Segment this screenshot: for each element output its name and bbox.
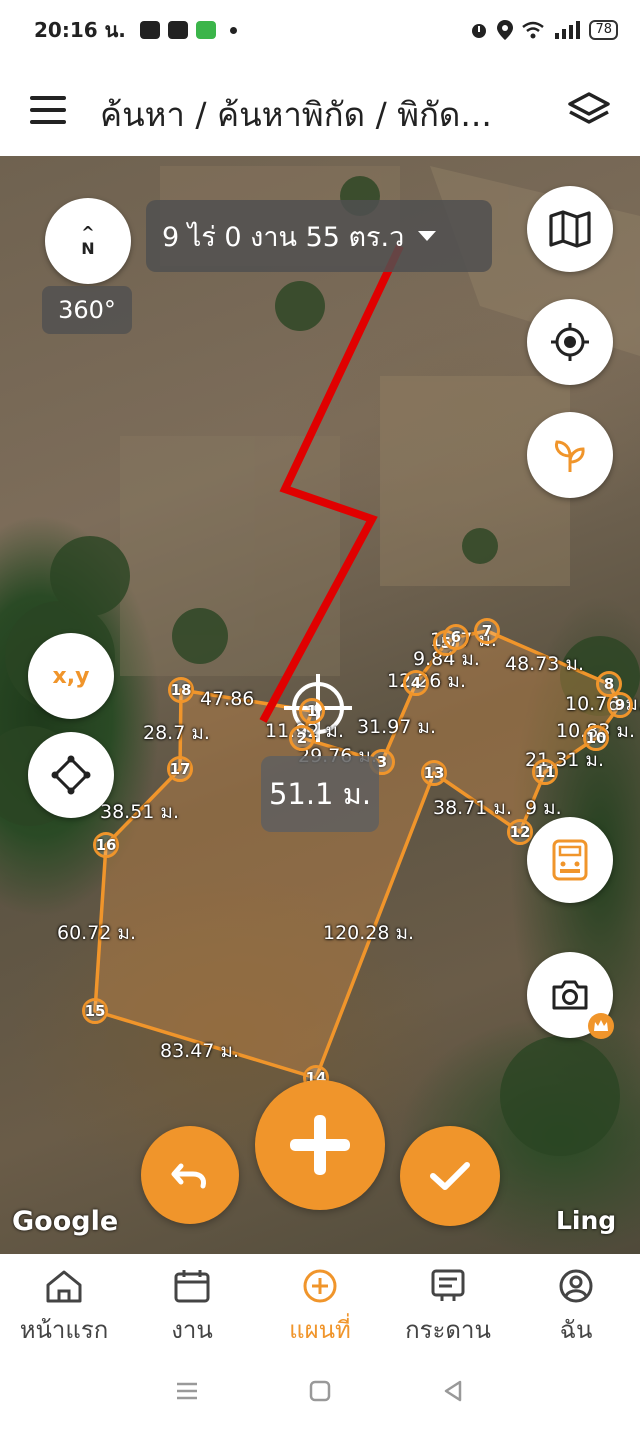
- line-app-icon: [139, 21, 160, 39]
- plant-button[interactable]: [527, 412, 613, 498]
- area-summary-dropdown[interactable]: 9 ไร่ 0 งาน 55 ตร.ว: [146, 200, 492, 272]
- undo-button[interactable]: [141, 1126, 239, 1224]
- nav-board[interactable]: กระดาน: [384, 1254, 512, 1350]
- nav-home-label: หน้าแรก: [19, 1316, 109, 1344]
- area-summary-text: 9 ไร่ 0 งาน 55 ตร.ว: [162, 221, 405, 253]
- menu-icon[interactable]: [30, 96, 66, 124]
- xy-label: x,y: [52, 663, 90, 689]
- more-notifications-icon: [229, 26, 237, 34]
- edge-label: 60.72 ม.: [57, 922, 136, 944]
- vertex-marker[interactable]: 6: [443, 624, 469, 650]
- bottom-navigation: หน้าแรก งาน แผนที่ กระดาน ฉัน: [0, 1254, 640, 1350]
- vertex-marker[interactable]: 12: [507, 819, 533, 845]
- edge-label: 31.97 ม.: [357, 716, 436, 738]
- polygon-tool-button[interactable]: [28, 732, 114, 818]
- polygon-icon: [51, 755, 91, 795]
- nav-home[interactable]: หน้าแรก: [0, 1254, 128, 1350]
- vertex-marker[interactable]: 9: [607, 692, 633, 718]
- vertex-marker[interactable]: 4: [403, 670, 429, 696]
- vertex-marker[interactable]: 18: [168, 677, 194, 703]
- map-icon: [549, 210, 591, 248]
- vertex-marker[interactable]: 16: [93, 832, 119, 858]
- status-bar: 20:16 น. 78: [0, 0, 640, 60]
- vertex-marker[interactable]: 2: [289, 725, 315, 751]
- crown-icon: [588, 1013, 614, 1039]
- compass-north-label: N: [81, 239, 95, 258]
- vertex-marker[interactable]: 13: [421, 760, 447, 786]
- google-attribution: Google: [12, 1206, 119, 1237]
- map-view[interactable]: 47.86 28.7 ม. 38.51 ม. 60.72 ม. 83.47 ม.…: [0, 156, 640, 1254]
- recent-apps-icon[interactable]: [174, 1380, 200, 1402]
- shop-app-icon: [167, 21, 188, 39]
- nav-profile-label: ฉัน: [559, 1316, 593, 1344]
- plus-icon: [290, 1115, 350, 1175]
- vertex-marker[interactable]: 15: [82, 998, 108, 1024]
- vertex-marker[interactable]: 7: [474, 618, 500, 644]
- xy-coordinate-button[interactable]: x,y: [28, 633, 114, 719]
- current-distance-label: 51.1 ม.: [261, 756, 379, 832]
- wifi-icon: [522, 21, 545, 39]
- edge-label: 38.51 ม.: [100, 801, 179, 823]
- check-icon: [430, 1162, 470, 1190]
- calendar-icon: [174, 1270, 210, 1303]
- status-time: 20:16 น.: [34, 18, 126, 42]
- camera-button[interactable]: [527, 952, 614, 1039]
- watermark: Ling: [556, 1206, 617, 1235]
- nav-map-label: แผนที่: [289, 1316, 351, 1344]
- nav-profile[interactable]: ฉัน: [512, 1254, 640, 1350]
- app-bar: ค้นหา / ค้นหาพิกัด / พิกัด...: [0, 70, 640, 150]
- system-navigation-bar: [0, 1350, 640, 1432]
- edge-label: 120.28 ม.: [323, 922, 415, 944]
- location-icon: [497, 20, 514, 40]
- nav-map[interactable]: แผนที่: [256, 1254, 384, 1350]
- alarm-icon: [472, 24, 487, 38]
- sprout-icon: [555, 440, 585, 472]
- back-icon[interactable]: [440, 1378, 466, 1404]
- add-point-button[interactable]: [255, 1080, 385, 1210]
- compass-icon: ^ N: [81, 223, 95, 258]
- vertex-marker[interactable]: 1: [299, 698, 325, 724]
- rotation-indicator: 360°: [42, 286, 132, 334]
- edge-label: 38.71 ม.: [433, 797, 512, 819]
- add-circle-icon: [303, 1269, 337, 1303]
- calculator-icon: [552, 839, 588, 881]
- confirm-button[interactable]: [400, 1126, 500, 1226]
- board-icon: [431, 1269, 465, 1301]
- target-icon: [551, 323, 589, 361]
- layers-icon[interactable]: [566, 90, 612, 130]
- calculator-button[interactable]: [527, 817, 613, 903]
- home-button-icon[interactable]: [307, 1378, 333, 1404]
- edge-label: 47.86: [200, 688, 255, 710]
- edge-label: 28.7 ม.: [143, 722, 210, 744]
- nav-jobs[interactable]: งาน: [128, 1254, 256, 1350]
- breadcrumb-title: ค้นหา / ค้นหาพิกัด / พิกัด...: [100, 95, 492, 134]
- home-icon: [46, 1270, 82, 1303]
- edge-label: 48.73 ม.: [505, 653, 584, 675]
- chevron-down-icon: [418, 231, 437, 241]
- battery-indicator: 78: [589, 20, 618, 40]
- chat-app-icon: [195, 21, 216, 39]
- profile-icon: [559, 1269, 593, 1303]
- compass-button[interactable]: ^ N: [45, 198, 131, 284]
- nav-board-label: กระดาน: [405, 1316, 491, 1344]
- nav-jobs-label: งาน: [171, 1316, 213, 1344]
- vertex-marker[interactable]: 10: [583, 725, 609, 751]
- map-type-button[interactable]: [527, 186, 613, 272]
- undo-icon: [171, 1163, 206, 1189]
- vertex-marker[interactable]: 17: [167, 756, 193, 782]
- signal-icon: [555, 21, 581, 39]
- edge-label: 83.47 ม.: [160, 1040, 239, 1062]
- vertex-marker[interactable]: 11: [532, 759, 558, 785]
- my-location-button[interactable]: [527, 299, 613, 385]
- camera-icon: [552, 980, 588, 1010]
